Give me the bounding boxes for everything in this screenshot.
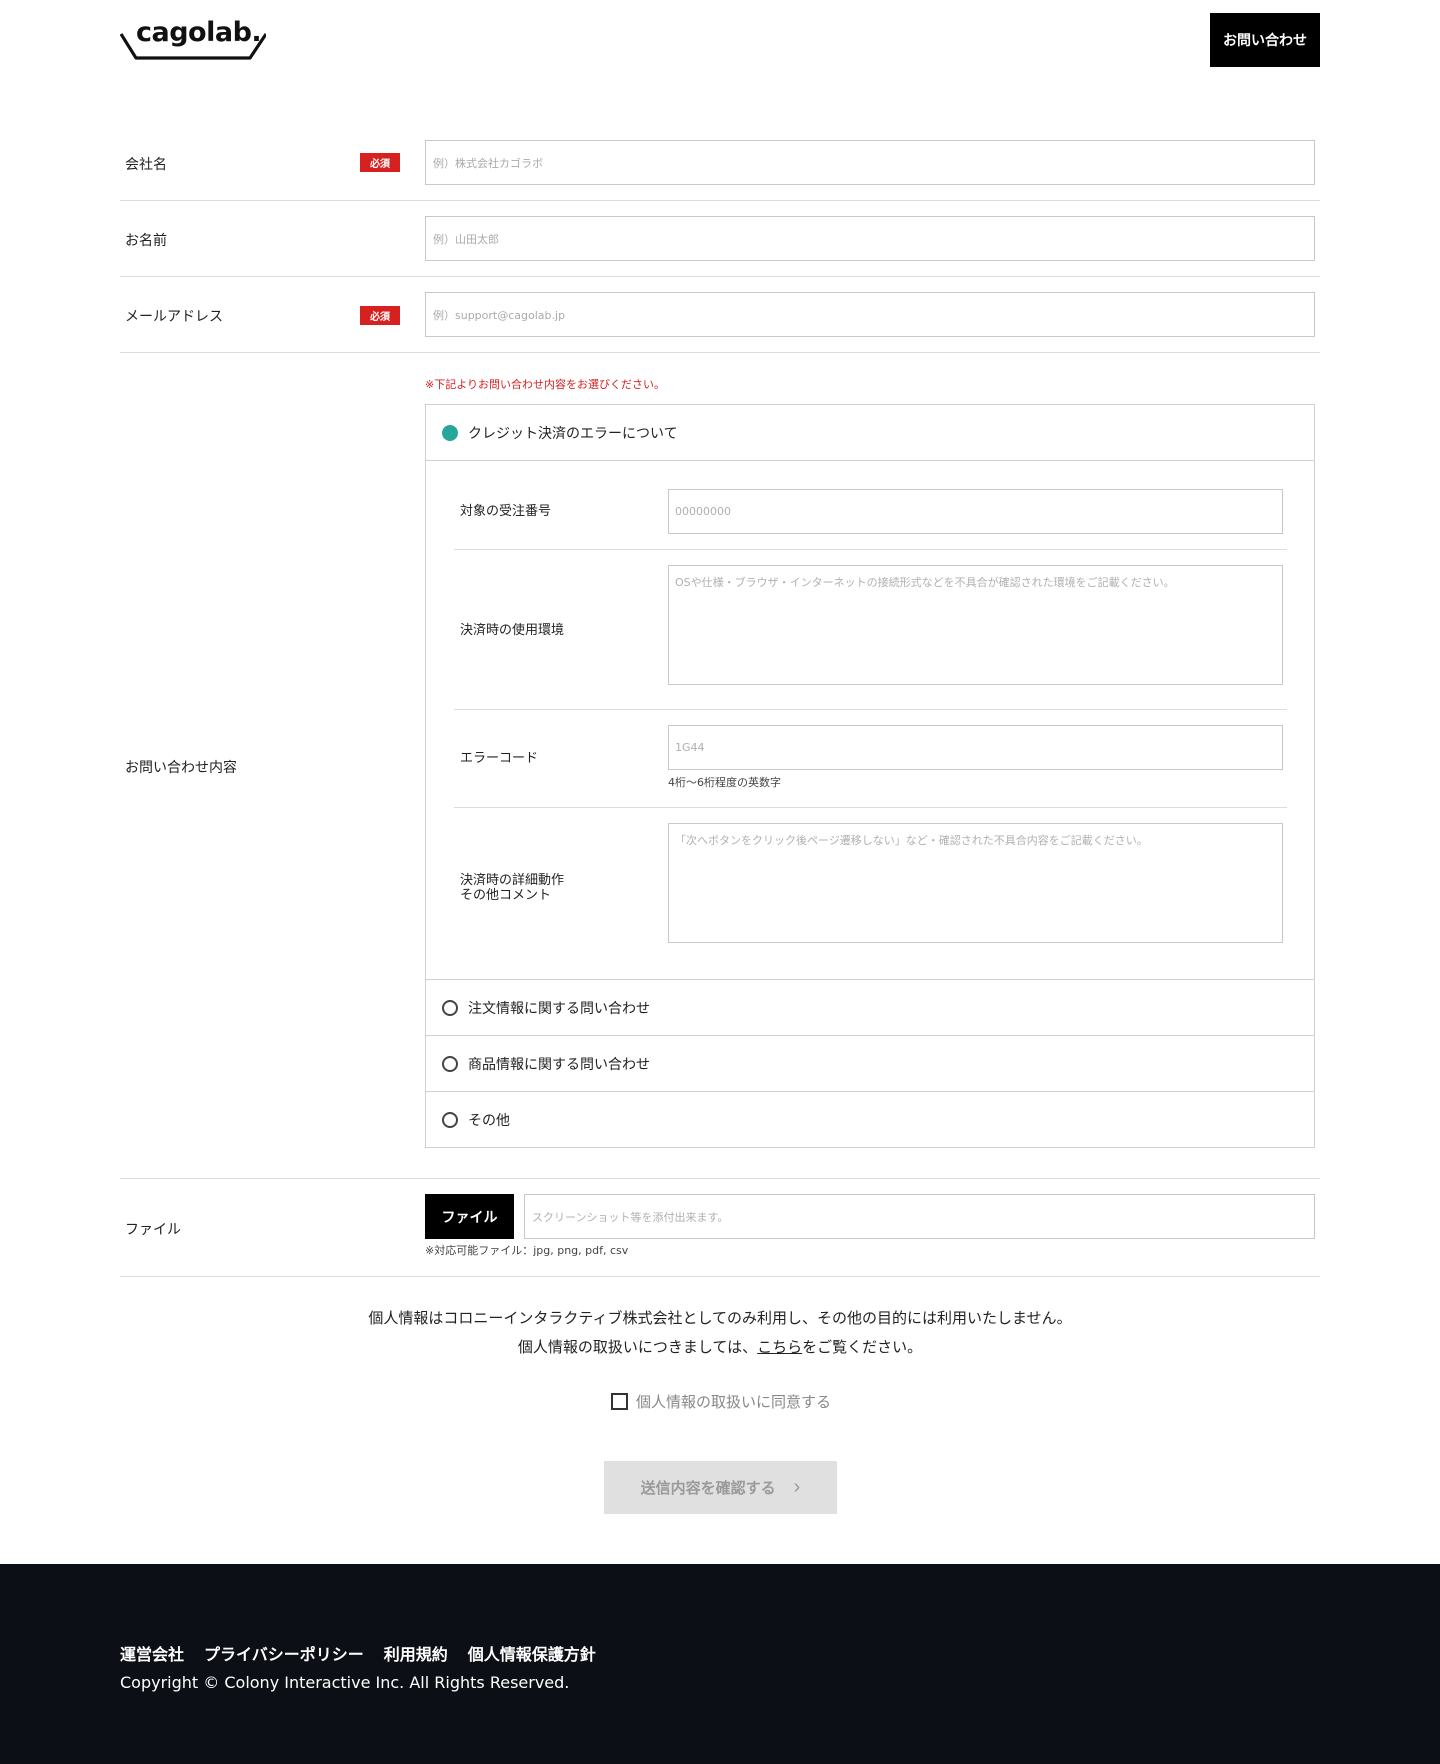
environment-textarea[interactable]: OSや仕様・ブラウザ・インターネットの接続形式などを不具合が確認された環境をご記… bbox=[668, 565, 1283, 685]
name-input[interactable]: 例）山田太郎 bbox=[425, 216, 1315, 261]
inquiry-label: お問い合わせ内容 bbox=[125, 760, 237, 776]
required-badge: 必須 bbox=[360, 306, 400, 325]
option-credit-error[interactable]: クレジット決済のエラーについて bbox=[426, 405, 1314, 461]
detail-textarea[interactable]: 「次へボタンをクリック後ページ遷移しない」など・確認された不具合内容をご記載くだ… bbox=[668, 823, 1283, 943]
privacy-text-line2: 個人情報の取扱いにつきましては、こちらをご覧ください。 bbox=[0, 1336, 1440, 1357]
environment-row: 決済時の使用環境 OSや仕様・ブラウザ・インターネットの接続形式などを不具合が確… bbox=[454, 550, 1287, 710]
agree-label: 個人情報の取扱いに同意する bbox=[636, 1393, 832, 1411]
file-name-input[interactable]: スクリーンショット等を添付出来ます。 bbox=[524, 1194, 1315, 1239]
email-input[interactable]: 例）support@cagolab.jp bbox=[425, 292, 1315, 337]
privacy-text-line1: 個人情報はコロニーインタラクティブ株式会社としてのみ利用し、その他の目的には利用… bbox=[368, 1309, 1072, 1327]
error-code-hint: 4桁～6桁程度の英数字 bbox=[668, 776, 781, 789]
footer-link-company[interactable]: 運営会社 bbox=[120, 1641, 184, 1665]
contact-button[interactable]: お問い合わせ bbox=[1210, 13, 1320, 67]
email-label: メールアドレス bbox=[125, 309, 223, 325]
footer-link-personal-info[interactable]: 個人情報保護方針 bbox=[468, 1641, 596, 1665]
option-other[interactable]: その他 bbox=[426, 1092, 1314, 1148]
detail-label-line1: 決済時の詳細動作 bbox=[460, 873, 565, 888]
footer-links: 運営会社 プライバシーポリシー 利用規約 個人情報保護方針 bbox=[120, 1641, 596, 1665]
detail-label-line2: その他コメント bbox=[460, 888, 552, 903]
option-product-info[interactable]: 商品情報に関する問い合わせ bbox=[426, 1036, 1314, 1092]
checkbox-icon[interactable] bbox=[611, 1393, 628, 1410]
name-label: お名前 bbox=[125, 233, 167, 249]
file-hint: ※対応可能ファイル：jpg, png, pdf, csv bbox=[425, 1244, 629, 1257]
order-number-input[interactable]: 00000000 bbox=[668, 489, 1283, 534]
file-label: ファイル bbox=[125, 1222, 181, 1238]
logo-text: cagolab. bbox=[136, 17, 262, 48]
option-order-info[interactable]: 注文情報に関する問い合わせ bbox=[426, 980, 1314, 1036]
copyright: Copyright © Colony Interactive Inc. All … bbox=[120, 1673, 570, 1692]
confirm-submit-button[interactable]: 送信内容を確認する › bbox=[604, 1461, 837, 1514]
option-label: 商品情報に関する問い合わせ bbox=[468, 1056, 650, 1073]
footer-link-terms[interactable]: 利用規約 bbox=[384, 1641, 448, 1665]
error-code-input[interactable]: 1G44 bbox=[668, 725, 1283, 770]
order-number-row: 対象の受注番号 00000000 bbox=[454, 461, 1287, 550]
credit-error-panel: 対象の受注番号 00000000 決済時の使用環境 OSや仕様・ブラウザ・インタ… bbox=[426, 461, 1314, 980]
radio-selected-icon[interactable] bbox=[442, 424, 458, 441]
error-code-label: エラーコード bbox=[460, 751, 539, 766]
submit-label: 送信内容を確認する bbox=[640, 1480, 776, 1497]
inquiry-note: ※下記よりお問い合わせ内容をお選びください。 bbox=[425, 378, 665, 391]
radio-icon[interactable] bbox=[442, 999, 458, 1016]
file-select-button[interactable]: ファイル bbox=[425, 1194, 514, 1239]
privacy-text-pre: 個人情報の取扱いにつきましては、 bbox=[517, 1338, 758, 1356]
order-number-label: 対象の受注番号 bbox=[460, 504, 552, 519]
environment-label: 決済時の使用環境 bbox=[460, 623, 565, 638]
site-footer: 運営会社 プライバシーポリシー 利用規約 個人情報保護方針 Copyright … bbox=[0, 1564, 1440, 1764]
site-header: cagolab. お問い合わせ bbox=[0, 0, 1440, 80]
privacy-policy-link[interactable]: こちら bbox=[757, 1338, 802, 1356]
inquiry-options: クレジット決済のエラーについて 対象の受注番号 00000000 決済時の使用環… bbox=[425, 404, 1315, 1148]
radio-icon[interactable] bbox=[442, 1112, 458, 1128]
company-input[interactable]: 例）株式会社カゴラボ bbox=[425, 140, 1315, 185]
footer-link-privacy[interactable]: プライバシーポリシー bbox=[204, 1641, 364, 1665]
required-badge: 必須 bbox=[360, 153, 400, 172]
option-label: クレジット決済のエラーについて bbox=[468, 425, 678, 442]
detail-row: 決済時の詳細動作 その他コメント 「次へボタンをクリック後ページ遷移しない」など… bbox=[454, 808, 1287, 958]
detail-label: 決済時の詳細動作 その他コメント bbox=[460, 873, 564, 903]
agree-checkbox-row[interactable]: 個人情報の取扱いに同意する bbox=[611, 1391, 831, 1412]
option-label: 注文情報に関する問い合わせ bbox=[468, 1000, 650, 1017]
option-label: その他 bbox=[468, 1113, 510, 1129]
chevron-right-icon: › bbox=[793, 1476, 801, 1498]
privacy-text-post: をご覧ください。 bbox=[802, 1338, 923, 1356]
error-code-row: エラーコード 1G44 4桁～6桁程度の英数字 bbox=[454, 710, 1287, 808]
company-label: 会社名 bbox=[125, 157, 167, 173]
radio-icon[interactable] bbox=[442, 1055, 458, 1072]
